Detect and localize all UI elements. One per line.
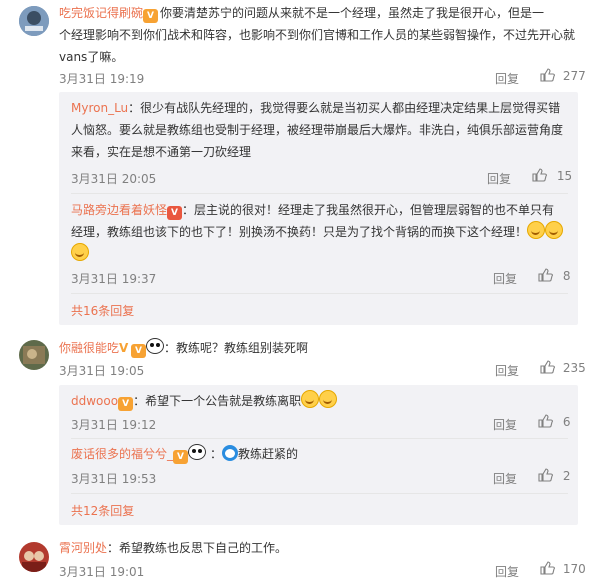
like-count: 235	[562, 361, 586, 375]
reply-button[interactable]: 回复	[493, 416, 517, 433]
like-button[interactable]: 277	[540, 68, 586, 83]
like-button[interactable]: 2	[538, 468, 570, 483]
reply-button[interactable]: 回复	[495, 362, 519, 379]
comment-text: ：教练呢？教练组别装死啊	[164, 341, 309, 355]
panda-icon	[188, 444, 207, 460]
thumbs-up-icon	[540, 561, 555, 575]
member-badge-icon: V	[173, 450, 189, 464]
grin-emoji-icon	[545, 221, 564, 239]
like-count: 15	[556, 169, 573, 183]
comment-text: ：希望教练也反思下自己的工作。	[107, 541, 288, 555]
avatar-image	[19, 6, 49, 36]
smile-emoji-icon	[301, 390, 320, 408]
member-badge-icon: V	[143, 9, 159, 23]
username[interactable]: 你融很能吃	[59, 341, 119, 355]
text-line: 经理，教练组也该下的也下了！别换汤不换药！只是为了找个背锅的而换下这个经理！	[71, 225, 528, 239]
like-count: 6	[562, 415, 571, 429]
reply-button[interactable]: 回复	[495, 70, 519, 87]
username[interactable]: 霄河别处	[59, 541, 107, 555]
verified-icon: V	[119, 341, 129, 355]
timestamp: 3月31日 20:05	[71, 172, 157, 186]
comment-text: 教练赶紧的	[238, 447, 299, 461]
like-count: 277	[562, 69, 586, 83]
smile-emoji-icon	[319, 390, 338, 408]
avatar-image	[19, 340, 49, 370]
divider	[71, 493, 568, 494]
like-button[interactable]: 15	[532, 168, 572, 183]
comment-body: 你融很能吃V V ：教练呢？教练组别装死啊	[59, 337, 589, 359]
thumbs-up-icon	[538, 268, 553, 282]
timestamp: 3月31日 19:53	[71, 472, 157, 486]
member-badge-icon: V	[118, 397, 134, 411]
like-button[interactable]: 235	[540, 360, 586, 375]
member-badge-icon: V	[131, 344, 147, 358]
reply-body: Myron_Lu：很少有战队先经理的，我觉得要么就是当初买人都由经理决定结果上层…	[71, 97, 571, 163]
like-button[interactable]: 8	[538, 268, 570, 283]
avatar[interactable]	[19, 6, 49, 36]
colon: ：	[210, 447, 223, 461]
text-line: 来看，实在是想不通第一刀砍经理	[71, 145, 252, 159]
thumbs-up-icon	[540, 68, 555, 82]
thumbs-up-icon	[532, 168, 547, 182]
comment-text: ：希望下一个公告就是教练离职	[133, 394, 302, 408]
member-badge-icon: V	[167, 206, 183, 220]
avatar[interactable]	[19, 542, 49, 572]
reply-button[interactable]: 回复	[495, 563, 519, 580]
more-replies-link[interactable]: 共16条回复	[71, 302, 134, 319]
like-count: 170	[562, 562, 586, 576]
reply-button[interactable]: 回复	[493, 470, 517, 487]
panda-icon	[146, 338, 165, 354]
grin-emoji-icon	[71, 243, 89, 261]
reply-body: ddwooo V ：希望下一个公告就是教练离职	[71, 390, 571, 412]
doraemon-emoji-icon	[222, 445, 239, 461]
like-count: 8	[562, 269, 571, 283]
grin-emoji-icon	[527, 221, 546, 239]
username[interactable]: 废话很多的福兮兮_	[71, 447, 173, 461]
more-replies-link[interactable]: 共12条回复	[71, 502, 134, 519]
divider	[71, 293, 568, 294]
thumbs-up-icon	[540, 360, 555, 374]
text-line: 人恼怒。要么就是教练组也受制于经理，被经理带崩最后大爆炸。非洗白，纯俱乐部运营角…	[71, 123, 564, 137]
timestamp: 3月31日 19:05	[59, 364, 145, 378]
thumbs-up-icon	[538, 414, 553, 428]
timestamp: 3月31日 19:19	[59, 72, 145, 86]
username[interactable]: 马路旁边看着妖怪	[71, 203, 167, 217]
like-count: 2	[562, 469, 571, 483]
reply-button[interactable]: 回复	[487, 170, 511, 187]
text-line: vans了嘛。	[59, 50, 124, 64]
text-line: 个经理影响不到你们战术和阵容，也影响不到你们官博和工作人员的某些弱智操作，不过先…	[59, 28, 576, 42]
comment-body: 霄河别处：希望教练也反思下自己的工作。	[59, 537, 589, 559]
timestamp: 3月31日 19:12	[71, 418, 157, 432]
like-button[interactable]: 6	[538, 414, 570, 429]
divider	[71, 193, 568, 194]
thumbs-up-icon	[538, 468, 553, 482]
like-button[interactable]: 170	[540, 561, 586, 576]
comment-body: 吃完饭记得刷碗 V 你要清楚苏宁的问题从来就不是一个经理，虽然走了我是很开心，但是一…	[59, 2, 589, 68]
text-line: ：很少有战队先经理的，我觉得要么就是当初买人都由经理决定结果上层觉得买错	[128, 101, 561, 115]
reply-button[interactable]: 回复	[493, 270, 517, 287]
username[interactable]: 吃完饭记得刷碗	[59, 6, 143, 20]
timestamp: 3月31日 19:01	[59, 565, 145, 579]
reply-body: 废话很多的福兮兮_ V ： 教练赶紧的	[71, 443, 571, 465]
username[interactable]: Myron_Lu	[71, 101, 128, 115]
divider	[71, 438, 568, 439]
avatar-image	[19, 542, 49, 572]
avatar[interactable]	[19, 340, 49, 370]
text-line: ：层主说的很对！经理走了我虽然很开心，但管理层弱智的也不单只有	[182, 203, 555, 217]
reply-body: 马路旁边看着妖怪 V ：层主说的很对！经理走了我虽然很开心，但管理层弱智的也不单只有…	[71, 199, 571, 265]
text-line: 你要清楚苏宁的问题从来就不是一个经理，虽然走了我是很开心，但是一	[160, 6, 545, 20]
username[interactable]: ddwooo	[71, 394, 118, 408]
timestamp: 3月31日 19:37	[71, 272, 157, 286]
